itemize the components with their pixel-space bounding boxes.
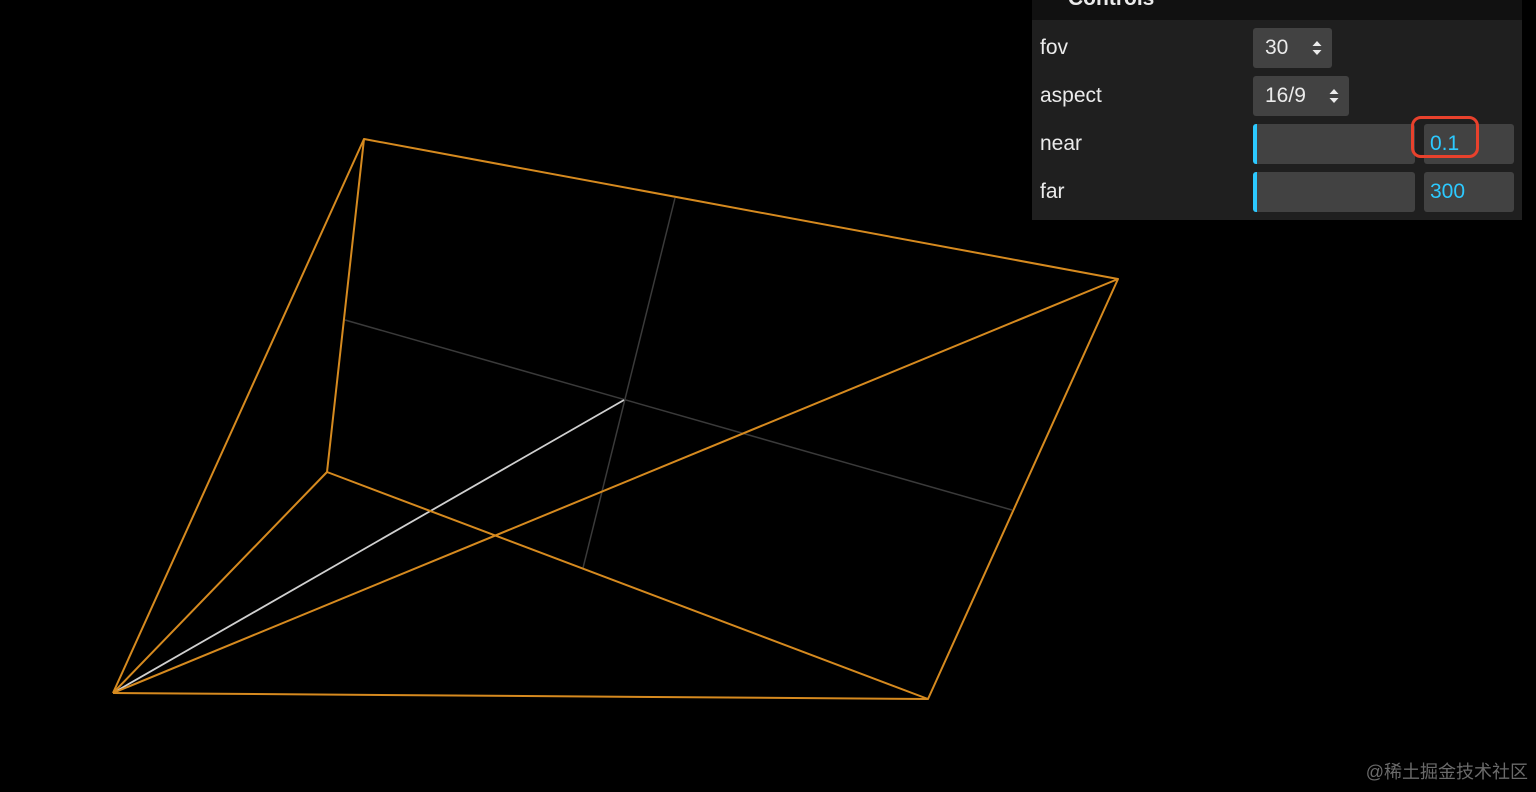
watermark: @稀土掘金技术社区 bbox=[1365, 762, 1528, 782]
control-row-fov: fov 30 bbox=[1032, 28, 1522, 68]
aspect-select[interactable]: 16/9 bbox=[1253, 76, 1349, 116]
far-number-input[interactable]: 300 bbox=[1424, 172, 1514, 212]
fov-value: 30 bbox=[1265, 36, 1289, 59]
far-slider[interactable] bbox=[1253, 172, 1415, 212]
camera-center-ray bbox=[112, 399, 625, 694]
aspect-value: 16/9 bbox=[1265, 84, 1306, 107]
aspect-label: aspect bbox=[1040, 84, 1102, 107]
near-value-highlight-annotation bbox=[1411, 116, 1479, 158]
far-label: far bbox=[1040, 180, 1065, 203]
fov-select[interactable]: 30 bbox=[1253, 28, 1332, 68]
near-label: near bbox=[1040, 132, 1083, 155]
select-arrows-icon bbox=[1312, 41, 1322, 55]
near-slider-fill bbox=[1253, 124, 1257, 164]
select-arrows-icon bbox=[1329, 89, 1339, 103]
camera-frustum bbox=[112, 138, 1119, 700]
fov-label: fov bbox=[1040, 36, 1069, 59]
controls-title[interactable]: Controls bbox=[1032, 0, 1522, 20]
controls-panel: Controls fov 30 aspect 16/9 near 0.1 far bbox=[1032, 0, 1522, 220]
control-row-far: far 300 bbox=[1032, 172, 1522, 212]
control-row-aspect: aspect 16/9 bbox=[1032, 76, 1522, 116]
camera-helper-cross bbox=[344, 197, 1013, 569]
near-slider[interactable] bbox=[1253, 124, 1415, 164]
far-slider-fill bbox=[1253, 172, 1257, 212]
